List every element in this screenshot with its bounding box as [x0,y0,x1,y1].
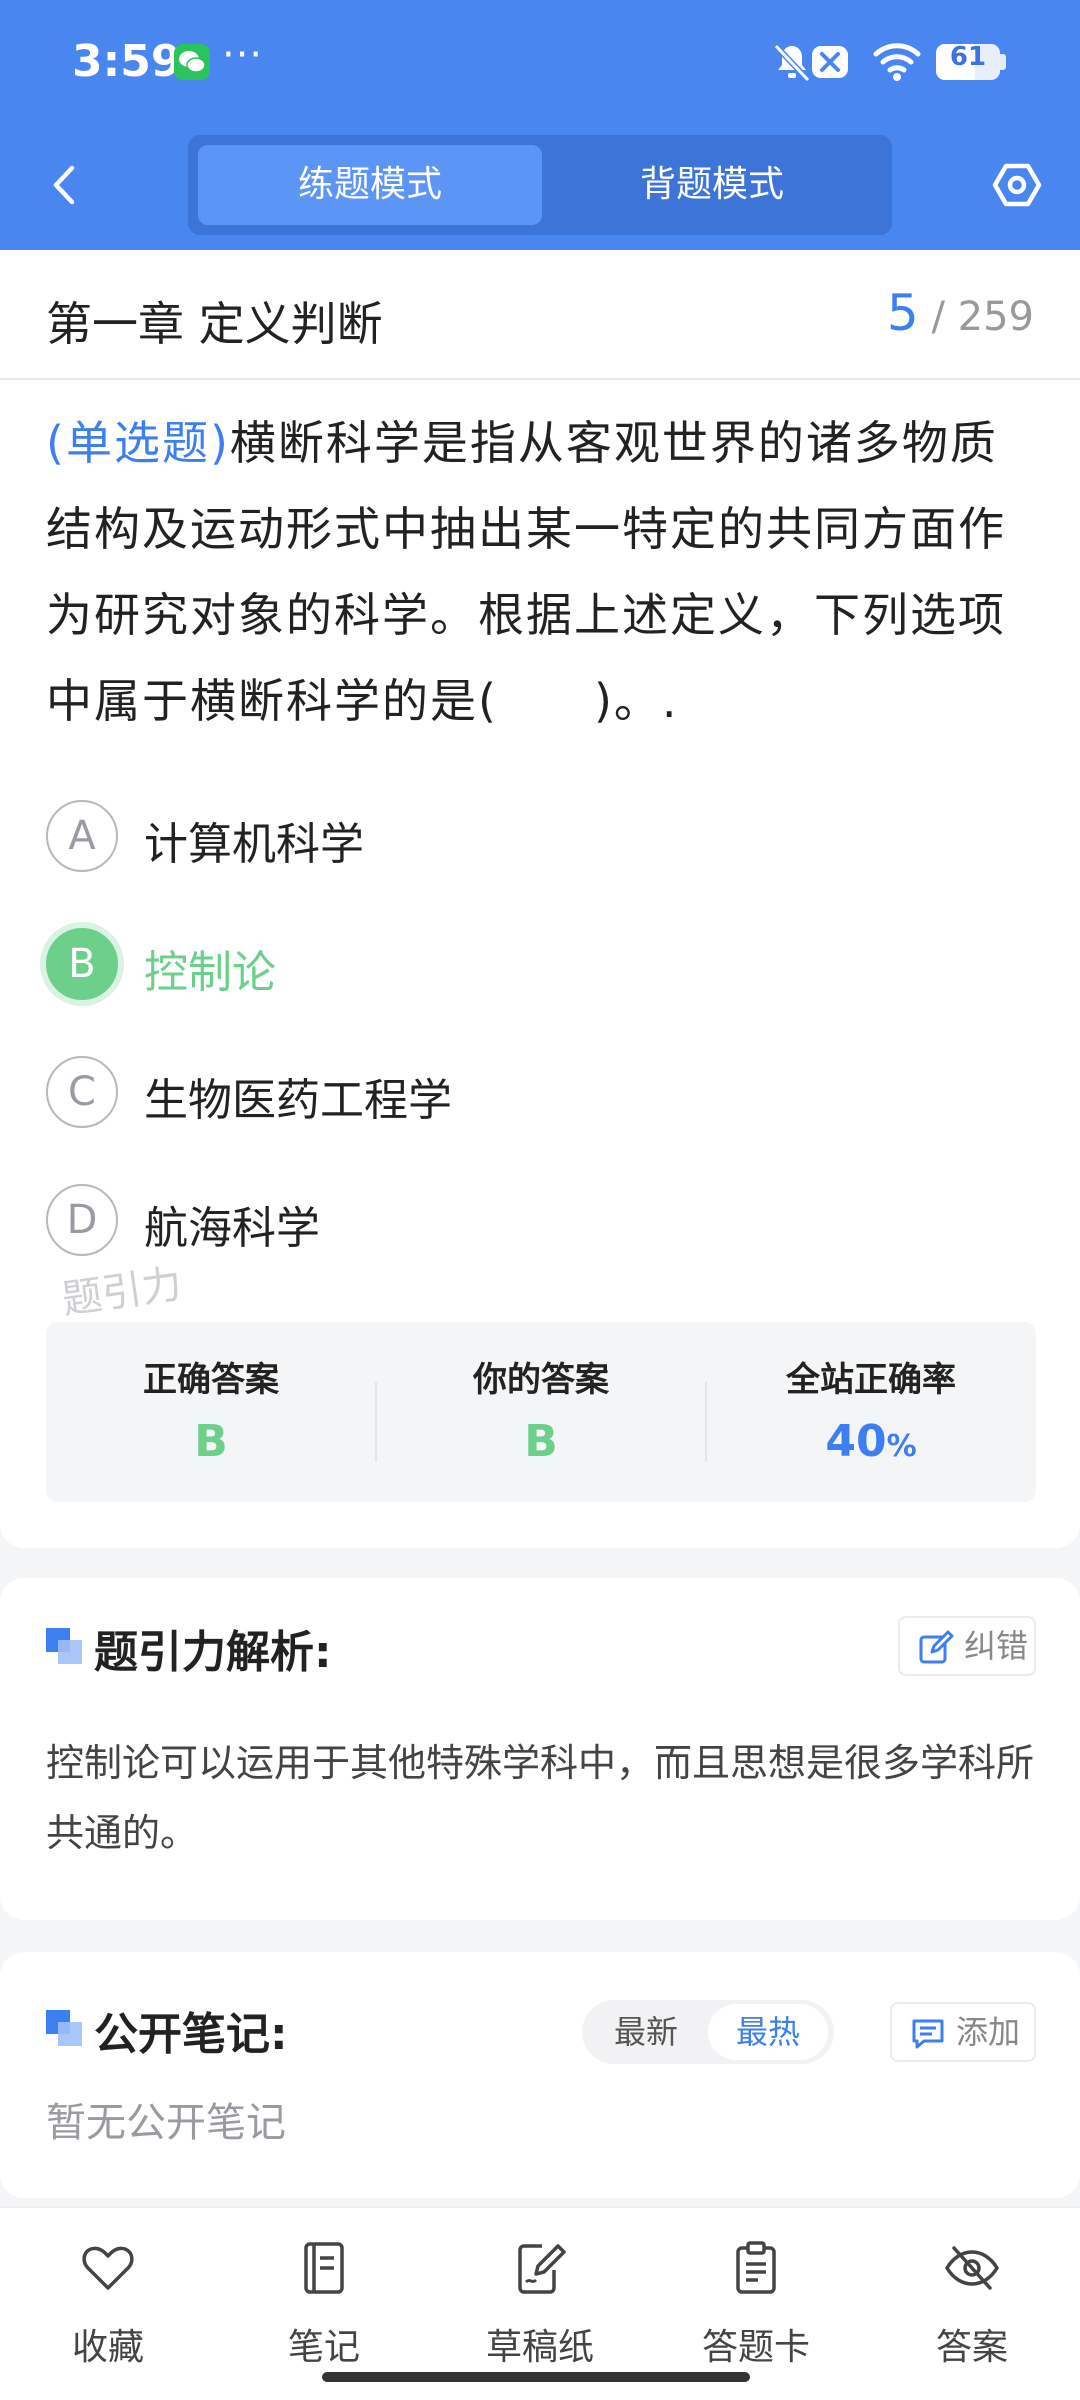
option-text: 航海科学 [144,1203,320,1254]
draft-icon [518,2244,566,2294]
nav-label: 答案 [935,2327,1008,2368]
chapter-header: 第一章 定义判断 5 / 259 [0,250,1080,380]
notes-title: 公开笔记: [94,2009,288,2060]
nav-label: 草稿纸 [485,2327,594,2368]
option-letter: C [46,1056,118,1128]
more-notifications-icon: ··· [222,32,264,78]
edit-icon [919,1630,954,1664]
wechat-icon [174,44,210,80]
tab-practice-mode[interactable]: 练题模式 [198,145,542,225]
correct-answer-stat: 正确答案 B [46,1322,376,1502]
nav-draft[interactable]: 草稿纸 [440,2228,640,2378]
nav-notes[interactable]: 笔记 [224,2228,424,2378]
heart-icon [82,2246,134,2290]
add-note-label: 添加 [956,2013,1021,2051]
mode-toggle: 练题模式 背题模式 [188,135,892,235]
accuracy-stat: 全站正确率 40% [706,1322,1036,1502]
tab-review-mode[interactable]: 背题模式 [540,145,884,225]
home-indicator[interactable] [322,2372,750,2382]
analysis-title: 题引力解析: [94,1627,332,1678]
comment-icon [912,2019,944,2049]
back-arrow-icon[interactable] [40,160,90,210]
public-notes-card: 公开笔记: 最新 最热 添加 暂无公开笔记 [0,1952,1080,2198]
question-type: (单选题) [46,416,230,470]
question-card: 第一章 定义判断 5 / 259 (单选题)横断科学是指从客观世界的诸多物质结构… [0,250,1080,1548]
option-letter: A [46,800,118,872]
clipboard-icon [736,2241,776,2294]
option-letter: D [46,1184,118,1256]
close-box-icon [812,46,848,78]
option-text: 生物医药工程学 [144,1075,452,1126]
question-text: (单选题)横断科学是指从客观世界的诸多物质结构及运动形式中抽出某一特定的共同方面… [46,400,1038,744]
sort-latest-button[interactable]: 最新 [586,2004,706,2060]
add-note-button[interactable]: 添加 [890,2002,1036,2062]
status-time: 3:59 [72,36,182,87]
notebook-icon [304,2242,344,2294]
settings-icon[interactable] [992,160,1042,210]
accuracy-unit: % [886,1429,917,1464]
empty-notes-text: 暂无公开笔记 [46,2100,286,2146]
stat-label: 正确答案 [143,1360,279,1400]
option-text: 控制论 [144,947,276,998]
option-c[interactable]: C 生物医药工程学 [46,1054,1026,1134]
question-progress: 5 / 259 [887,284,1034,342]
nav-favorite[interactable]: 收藏 [8,2228,208,2378]
sort-toggle: 最新 最热 [582,2000,834,2064]
option-b[interactable]: B 控制论 [46,926,1026,1006]
analysis-text: 控制论可以运用于其他特殊学科中，而且思想是很多学科所共通的。 [46,1741,1035,1855]
total-questions: / 259 [931,294,1034,340]
nav-show-answer[interactable]: 答案 [872,2228,1072,2378]
accuracy-number: 40 [825,1416,887,1467]
stat-label: 你的答案 [473,1360,609,1400]
bottom-nav: 收藏 笔记 草稿纸 答题卡 答案 [0,2206,1080,2400]
stat-value: B [194,1416,228,1467]
eye-off-icon [944,2246,1000,2290]
section-icon [46,2010,82,2046]
answer-stats: 正确答案 B 你的答案 B 全站正确率 40% [46,1322,1036,1502]
wifi-icon [873,43,921,81]
top-header: 3:59 ··· 61 练题模式 背题模式 [0,0,1080,250]
watermark: 题引力 [59,1261,185,1324]
stat-value: 40% [706,1416,1036,1467]
current-question-number: 5 [886,284,919,342]
your-answer-stat: 你的答案 B [376,1322,706,1502]
analysis-card: 题引力解析: 纠错 控制论可以运用于其他特殊学科中，而且思想是很多学科所共通的。 [0,1578,1080,1920]
nav-answer-sheet[interactable]: 答题卡 [656,2228,856,2378]
battery-percent: 61 [949,42,987,72]
option-letter: B [46,928,118,1000]
nav-label: 收藏 [71,2327,144,2368]
option-d[interactable]: D 航海科学 [46,1182,1026,1262]
chapter-title: 第一章 定义判断 [46,297,383,351]
option-text: 计算机科学 [144,819,364,870]
status-bar: 3:59 ··· 61 [0,0,1080,125]
report-error-button[interactable]: 纠错 [898,1616,1036,1676]
battery-tip [1000,54,1006,70]
stat-value: B [524,1416,558,1467]
nav-label: 笔记 [287,2327,360,2368]
option-a[interactable]: A 计算机科学 [46,798,1026,878]
section-icon [46,1628,82,1664]
report-error-label: 纠错 [964,1627,1029,1665]
nav-label: 答题卡 [701,2327,810,2368]
sort-hottest-button[interactable]: 最热 [708,2004,828,2060]
stat-label: 全站正确率 [786,1360,956,1400]
